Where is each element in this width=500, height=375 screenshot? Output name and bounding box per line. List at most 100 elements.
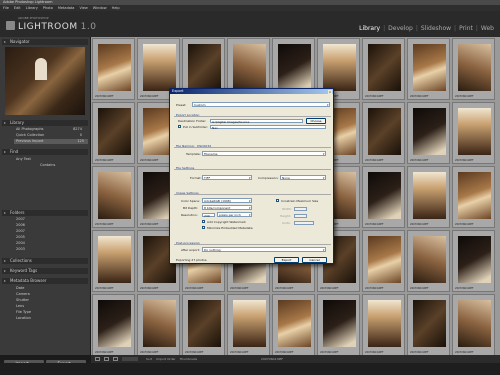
folder-item[interactable]: 2003 (16, 247, 86, 252)
choose-button[interactable]: Choose (306, 118, 326, 124)
compare-view-icon[interactable] (113, 357, 118, 361)
thumbnail-cell[interactable]: 20070604.NEF (452, 38, 495, 100)
thumbnail-filename: 20070604.NEF (365, 287, 384, 290)
subfolder-label: Put in Subfolder: (183, 125, 208, 129)
metadata-item[interactable]: Camera (16, 292, 86, 297)
after-export-label: After export: (181, 248, 200, 252)
subfolder-field[interactable]: Nav (210, 124, 326, 129)
thumbnail-filename: 20070604.NEF (320, 351, 339, 354)
folder-item[interactable]: 2006 (16, 223, 86, 228)
minimize-metadata-checkbox[interactable] (202, 226, 205, 229)
compression-select[interactable]: None (280, 175, 326, 180)
thumbnail-cell[interactable]: 20070604.NEF (272, 294, 315, 355)
thumbnail-cell[interactable]: 20070604.NEF (407, 294, 450, 355)
destination-field[interactable]: G:\Digital Images\Source (210, 118, 303, 123)
thumbnail-cell[interactable]: 20070604.NEF (452, 166, 495, 228)
thumbnail-filename: 20070604.NEF (275, 287, 294, 290)
metadata-item[interactable]: Shutter (16, 298, 86, 303)
thumbnail-image (413, 300, 446, 347)
thumbnail-cell[interactable]: 20070604.NEF (452, 230, 495, 292)
format-select[interactable]: TIFF (202, 175, 252, 180)
subfolder-checkbox[interactable] (178, 125, 181, 129)
thumbnail-image (233, 44, 266, 91)
folders-header[interactable]: Folders (2, 210, 88, 216)
export-dialog-cancel-button[interactable]: Cancel (302, 256, 327, 263)
thumbnail-cell[interactable]: 20070604.NEF (227, 294, 270, 355)
thumbnail-cell[interactable]: 20070604.NEF (407, 230, 450, 292)
thumbnail-filename: 20070604.NEF (185, 351, 204, 354)
thumbnail-cell[interactable]: 20070604.NEF (452, 102, 495, 164)
metadata-item[interactable]: Location (16, 316, 86, 321)
folder-item[interactable]: 2005 (16, 235, 86, 240)
library-item-all[interactable]: All Photographs 8274 (16, 127, 86, 132)
folder-item[interactable]: 2004 (16, 241, 86, 246)
thumbnail-cell[interactable]: 20070604.NEF (317, 294, 360, 355)
preset-select[interactable]: Custom (192, 102, 330, 107)
thumbnail-cell[interactable]: 20070604.NEF (92, 102, 135, 164)
thumbnail-cell[interactable]: 20070604.NEF (92, 230, 135, 292)
constrain-size-checkbox[interactable] (276, 199, 279, 202)
thumbnail-cell[interactable]: 20070604.NEF (407, 166, 450, 228)
copyright-label: Add Copyright Watermark (207, 220, 246, 224)
export-dialog-export-button[interactable]: Export (274, 256, 299, 263)
brand-subtitle: ADOBE PHOTOSHOP (18, 16, 49, 20)
module-slideshow[interactable]: Slideshow (421, 25, 451, 32)
thumbnail-cell[interactable]: 20070604.NEF (362, 38, 405, 100)
thumbnail-cell[interactable]: 20070604.NEF (92, 38, 135, 100)
module-web[interactable]: Web (481, 25, 494, 32)
module-develop[interactable]: Develop (388, 25, 413, 32)
loupe-view-icon[interactable] (104, 357, 109, 361)
navigator-preview[interactable] (5, 47, 85, 115)
navigator-header[interactable]: Navigator (2, 39, 88, 45)
color-space-select[interactable]: AdobeRGB (1998) (202, 198, 252, 203)
thumbnail-filename: 20070604.NEF (455, 223, 474, 226)
metadata-item[interactable]: Date (16, 286, 86, 291)
folder-item[interactable]: 2007 (16, 229, 86, 234)
sort-select[interactable]: Import Order (156, 357, 175, 361)
keyword-tags-header[interactable]: Keyword Tags (2, 268, 88, 274)
width-field[interactable] (294, 206, 307, 211)
folder-item[interactable]: 2007 (16, 217, 86, 222)
find-contains[interactable]: Contains (40, 163, 85, 168)
bit-depth-select[interactable]: 8 bits/component (202, 205, 252, 210)
library-item-quick[interactable]: Quick Collection 0 (16, 133, 86, 138)
resolution-field[interactable]: 240 (202, 212, 215, 217)
copyright-checkbox[interactable] (202, 220, 205, 223)
height-field[interactable] (294, 213, 307, 218)
after-export-select[interactable]: Do nothing (202, 247, 326, 252)
module-print[interactable]: Print (459, 25, 473, 32)
painter-tool[interactable] (122, 357, 138, 361)
thumbnail-cell[interactable]: 20070604.NEF (452, 294, 495, 355)
thumbnail-cell[interactable]: 20070604.NEF (92, 166, 135, 228)
metadata-item[interactable]: File Type (16, 310, 86, 315)
thumbnail-filename: 20070604.NEF (365, 159, 384, 162)
thumbnail-image (98, 108, 131, 155)
thumbnail-cell[interactable]: 20070604.NEF (182, 294, 225, 355)
close-icon[interactable]: × (328, 89, 332, 94)
thumbnail-cell[interactable]: 20070604.NEF (362, 102, 405, 164)
module-library[interactable]: Library (359, 25, 380, 32)
collections-header[interactable]: Collections (2, 258, 88, 264)
library-item-previous[interactable]: Previous Import 125 (14, 139, 88, 144)
resolution-unit-select[interactable]: pixels per inch (217, 212, 252, 217)
find-header[interactable]: Find (2, 149, 88, 155)
thumbnail-cell[interactable]: 20070604.NEF (407, 102, 450, 164)
template-select[interactable]: Filename (202, 151, 326, 156)
thumbnail-filename: 20070604.NEF (140, 159, 159, 162)
thumbnail-filename: 20070604.NEF (410, 287, 429, 290)
thumbnail-cell[interactable]: 20070604.NEF (137, 294, 180, 355)
thumbnail-cell[interactable]: 20070604.NEF (407, 38, 450, 100)
thumbnail-filename: 20070604.NEF (365, 351, 384, 354)
metadata-item[interactable]: Lens (16, 304, 86, 309)
thumbnail-image (413, 108, 446, 155)
thumbnail-cell[interactable]: 20070604.NEF (92, 294, 135, 355)
find-any-text[interactable]: Any Text (16, 157, 86, 162)
thumbnail-cell[interactable]: 20070604.NEF (362, 166, 405, 228)
thumbnail-cell[interactable]: 20070604.NEF (362, 230, 405, 292)
thumbnail-cell[interactable]: 20070604.NEF (362, 294, 405, 355)
thumbnail-image (458, 108, 491, 155)
metadata-browser-header[interactable]: Metadata Browser (2, 278, 88, 284)
units-field[interactable] (294, 220, 314, 225)
library-header[interactable]: Library (2, 120, 88, 126)
grid-view-icon[interactable] (95, 357, 100, 361)
